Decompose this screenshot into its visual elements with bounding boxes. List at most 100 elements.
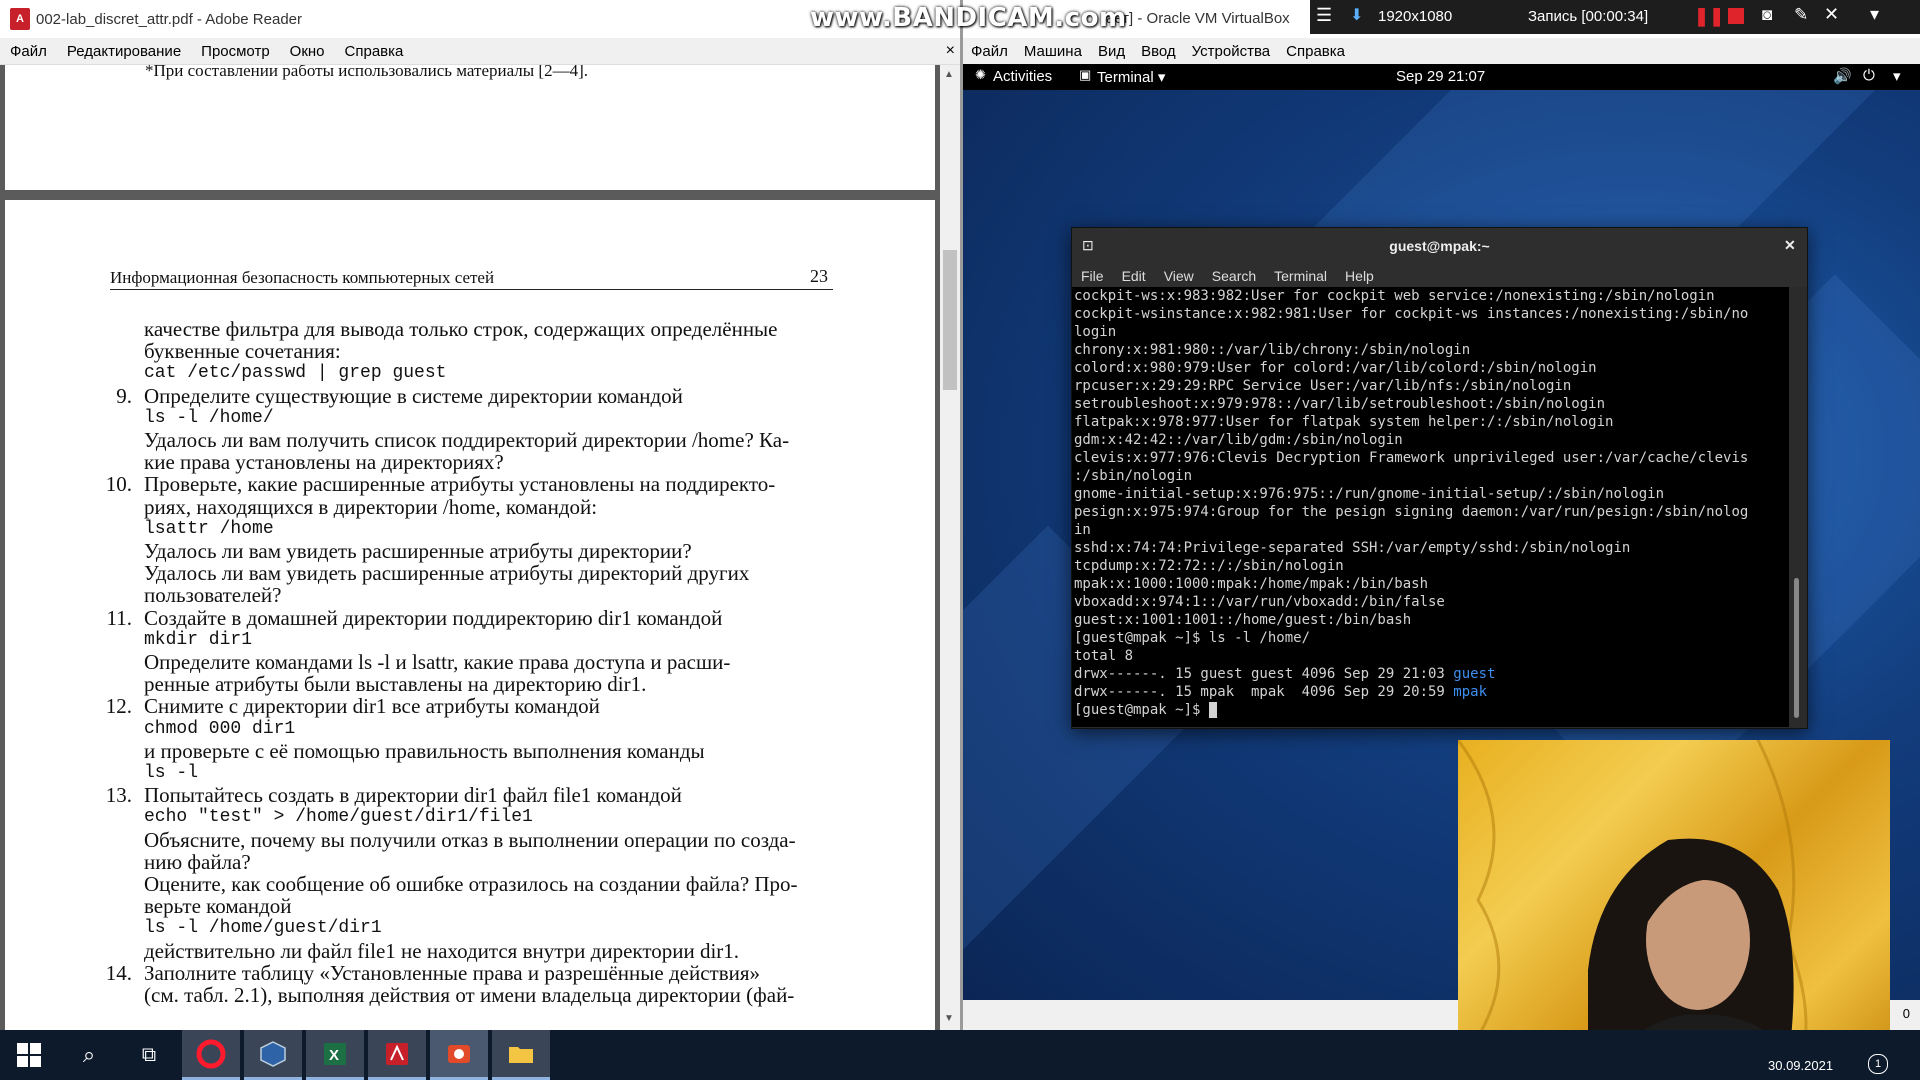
vm-window-title: ает] - Oracle VM VirtualBox [1106, 10, 1290, 27]
terminal-line: setroubleshoot:x:979:978::/var/lib/setro… [1074, 396, 1606, 412]
taskbar-opera-button[interactable] [182, 1030, 240, 1080]
svg-text:X: X [329, 1047, 339, 1064]
taskbar-excel-button[interactable]: X [306, 1030, 364, 1080]
vm-menu-file[interactable]: Файл [971, 43, 1008, 60]
prompt-line: [guest@mpak ~]$ _ [1074, 701, 1789, 719]
paragraph-text: Удалось ли вам получить список поддирект… [144, 428, 790, 452]
terminal-line: total 8 [1074, 648, 1134, 664]
vm-menu-view[interactable]: Вид [1098, 43, 1125, 60]
taskbar-bandicam-button[interactable] [430, 1030, 488, 1080]
vm-menu-help[interactable]: Справка [1286, 43, 1345, 60]
directory-name: mpak [1453, 684, 1488, 700]
activities-button[interactable]: Activities [993, 68, 1052, 85]
terminal-line: gnome-initial-setup:x:976:975::/run/gnom… [1074, 486, 1665, 502]
taskbar-file-explorer-button[interactable] [492, 1030, 550, 1080]
terminal-lines: cockpit-ws:x:983:982:User for cockpit we… [1074, 287, 1789, 665]
reader-menu-window[interactable]: Окно [290, 43, 325, 60]
adobe-reader-icon [386, 1042, 408, 1065]
pencil-icon[interactable]: ✎ [1794, 5, 1808, 25]
stop-icon[interactable] [1728, 8, 1744, 24]
terminal-line: in [1074, 522, 1091, 538]
ls-row-details: drwx------. 15 guest guest 4096 Sep 29 2… [1074, 666, 1454, 682]
pause-icon[interactable]: ❚❚ [1694, 6, 1724, 27]
terminal-output[interactable]: cockpit-ws:x:983:982:User for cockpit we… [1072, 287, 1789, 727]
gnome-top-bar: ✺ Activities ▣ Terminal ▾ Sep 29 21:07 🔊… [963, 64, 1920, 90]
list-item-number: 14. [105, 960, 132, 985]
volume-icon[interactable]: 🔊 [1833, 67, 1852, 85]
scroll-up-arrow-icon[interactable]: ▲ [944, 69, 954, 80]
terminal-menu-file[interactable]: File [1081, 268, 1104, 284]
reader-window-title: 002-lab_discret_attr.pdf - Adobe Reader [36, 10, 303, 28]
terminal-menu-search[interactable]: Search [1212, 268, 1256, 284]
command-text: mkdir dir1 [144, 629, 253, 650]
document-view[interactable]: *При составлении работы использовались м… [0, 65, 940, 1030]
bandicam-close-icon[interactable]: ✕ [1824, 4, 1839, 25]
terminal-menu-edit[interactable]: Edit [1122, 268, 1146, 284]
scroll-down-arrow-icon[interactable]: ▼ [944, 1013, 954, 1024]
terminal-line: colord:x:980:979:User for colord:/var/li… [1074, 360, 1597, 376]
notification-center-button[interactable]: 1 [1868, 1054, 1888, 1074]
terminal-line: flatpak:x:978:977:User for flatpak syste… [1074, 414, 1614, 430]
terminal-window[interactable]: ⊡ guest@mpak:~ ✕ File Edit View Search T… [1071, 227, 1808, 729]
vm-menu-devices[interactable]: Устройства [1192, 43, 1270, 60]
paragraph-text: Определите командами ls -l и lsattr, как… [144, 650, 731, 674]
paragraph-text: Определите существующие в системе директ… [144, 383, 683, 408]
directory-name: guest [1453, 666, 1496, 682]
vm-menu-input[interactable]: Ввод [1141, 43, 1176, 60]
task-view-icon[interactable]: ⧉ [120, 1030, 178, 1080]
start-button[interactable] [0, 1030, 58, 1080]
paragraph-text: Попытайтесь создать в директории dir1 фа… [144, 783, 682, 808]
reader-menu-view[interactable]: Просмотр [201, 43, 270, 60]
reader-menu-edit[interactable]: Редактирование [67, 43, 181, 60]
list-item-number: 13. [105, 783, 132, 808]
reader-menu-help[interactable]: Справка [345, 43, 404, 60]
ls-row: drwx------. 15 mpak mpak 4096 Sep 29 20:… [1074, 683, 1789, 701]
taskbar-virtualbox-button[interactable] [244, 1030, 302, 1080]
collapse-icon[interactable]: ▾ [1870, 4, 1879, 25]
gnome-clock[interactable]: Sep 29 21:07 [1396, 68, 1485, 85]
system-menu-chevron-icon[interactable]: ▾ [1893, 67, 1901, 85]
paragraph-text: Проверьте, какие расширенные атрибуты ус… [144, 472, 776, 497]
vm-menu-machine[interactable]: Машина [1024, 43, 1082, 60]
camera-icon[interactable]: ◙ [1762, 5, 1772, 25]
reader-scroll-thumb[interactable] [943, 250, 957, 390]
pin-icon[interactable]: ⬇ [1350, 5, 1363, 25]
command-text: ls -l /home/ [144, 407, 274, 428]
reader-menu-file[interactable]: Файл [10, 43, 47, 60]
app-menu-terminal[interactable]: Terminal ▾ [1097, 68, 1165, 86]
terminal-menu-help[interactable]: Help [1345, 268, 1374, 284]
taskbar-date[interactable]: 30.09.2021 [1768, 1058, 1833, 1073]
recording-timer: Запись [00:00:34] [1528, 8, 1649, 25]
ls-row-details: drwx------. 15 mpak mpak 4096 Sep 29 20:… [1074, 684, 1454, 700]
terminal-line: vboxadd:x:974:1::/var/run/vboxadd:/bin/f… [1074, 594, 1445, 610]
paragraph-text: Создайте в домашней директории поддирект… [144, 605, 723, 630]
power-icon[interactable]: ⏻ [1863, 67, 1875, 84]
paragraph-text: Заполните таблицу «Установленные права и… [144, 960, 761, 985]
terminal-menu-view[interactable]: View [1164, 268, 1194, 284]
command-text: chmod 000 dir1 [144, 718, 296, 739]
paragraph-text: Удалось ли вам увидеть расширенные атриб… [144, 561, 750, 586]
folder-icon [509, 1046, 533, 1063]
paragraph-text: Снимите с директории dir1 все атрибуты к… [144, 694, 600, 719]
terminal-scrollbar[interactable] [1794, 578, 1799, 718]
terminal-title: guest@mpak:~ [1389, 238, 1490, 254]
terminal-title-bar[interactable]: ⊡ guest@mpak:~ ✕ [1072, 228, 1807, 265]
paragraph-text: ренные атрибуты были выставлены на дирек… [144, 672, 647, 697]
search-icon[interactable]: ⌕ [60, 1030, 118, 1080]
command-text: lsattr /home [144, 518, 274, 539]
text-cursor: _ [1208, 702, 1218, 718]
paragraph-text: буквенные сочетания: [144, 339, 341, 364]
terminal-menu-terminal[interactable]: Terminal [1274, 268, 1327, 284]
list-item-number: 10. [105, 472, 132, 497]
terminal-close-button[interactable]: ✕ [1784, 237, 1796, 254]
reader-close-document-button[interactable]: × [946, 42, 955, 60]
menu-icon[interactable]: ☰ [1316, 5, 1332, 26]
taskbar-adobe-reader-button[interactable] [368, 1030, 426, 1080]
paragraph-text: кие права установлены на директориях? [144, 450, 504, 475]
pdf-page-previous: *При составлении работы использовались м… [5, 65, 935, 190]
reader-vertical-scrollbar[interactable]: ▲ ▼ [940, 65, 960, 1030]
list-item-number: 12. [105, 694, 132, 719]
paragraph-text: и проверьте с её помощью правильность вы… [144, 738, 705, 763]
terminal-menu-bar: File Edit View Search Terminal Help [1072, 265, 1807, 287]
terminal-line: login [1074, 324, 1117, 340]
